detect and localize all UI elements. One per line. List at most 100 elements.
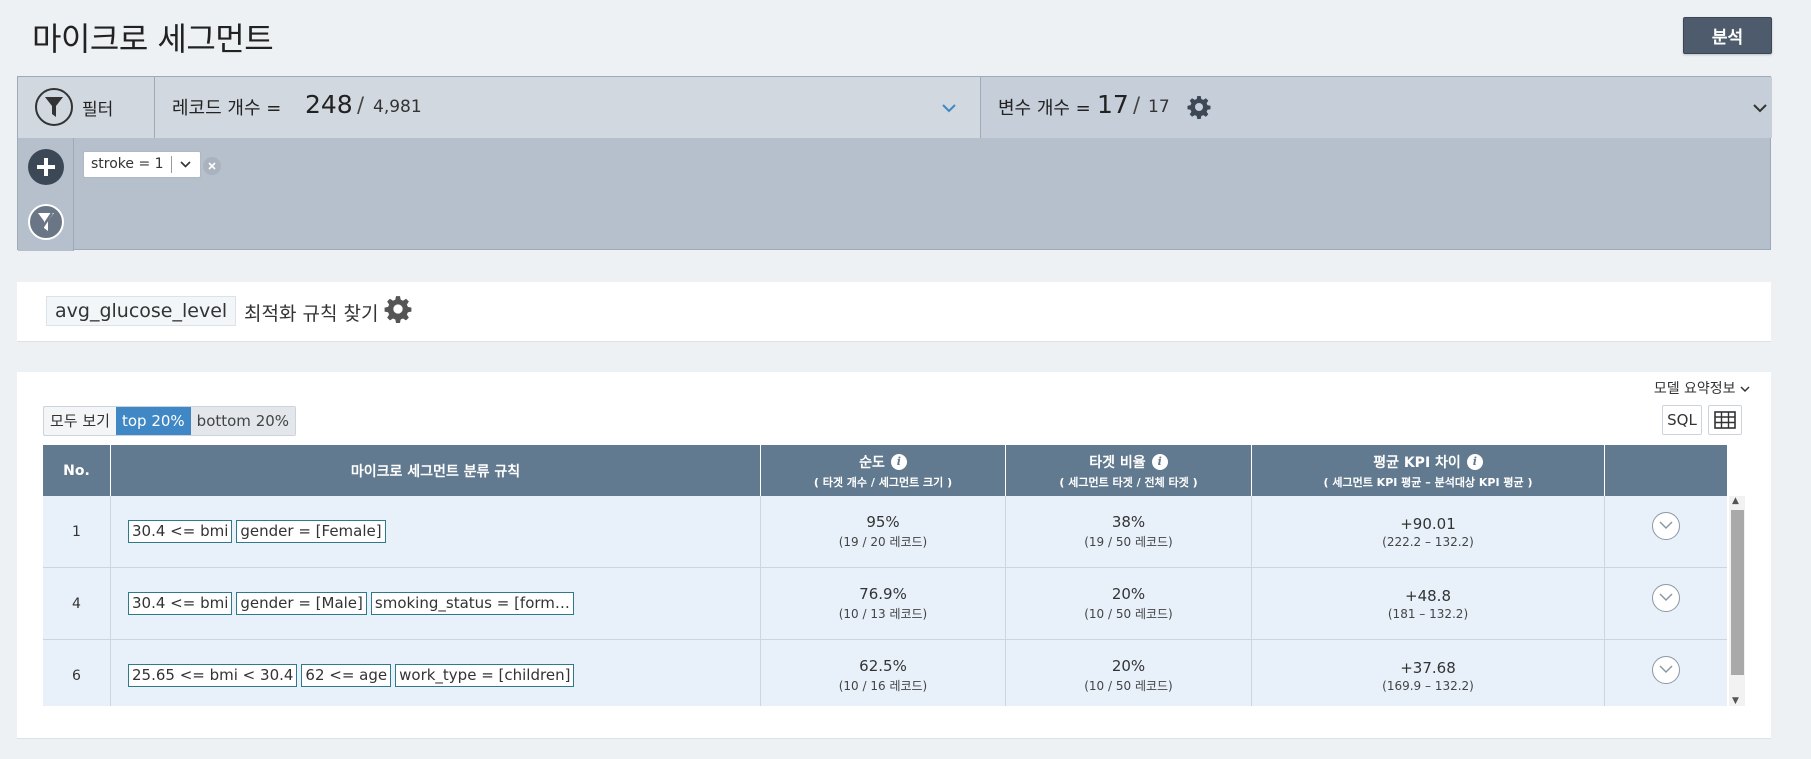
col-kpi-diff-label: 평균 KPI 차이	[1373, 454, 1461, 471]
kpi-diff-detail: (222.2 – 132.2)	[1382, 534, 1474, 549]
kpi-diff-value: +48.8	[1405, 586, 1451, 605]
purity-detail: (19 / 20 레코드)	[838, 535, 928, 549]
filter-panel: 필터 레코드 개수 = 248 / 4,981 변수 개수 = 17 / 17	[17, 76, 1772, 251]
col-actions	[1605, 445, 1727, 496]
chevron-down-icon	[1740, 386, 1750, 393]
results-panel: 모델 요약정보 모두 보기 top 20% bottom 20% SQL No.…	[17, 372, 1771, 739]
col-target-ratio-sub: ( 세그먼트 타겟 / 전체 타겟 )	[1059, 475, 1198, 489]
table-row[interactable]: 6 25.65 <= bmi < 30.4 62 <= age work_typ…	[43, 640, 1727, 706]
chevron-down-icon[interactable]	[1753, 102, 1767, 116]
row-kpi-diff: +37.68 (169.9 – 132.2)	[1252, 640, 1605, 706]
records-selected-count: 248	[305, 90, 353, 119]
target-ratio-value: 20%	[1111, 585, 1146, 603]
variables-total-count: 17	[1148, 97, 1170, 117]
kpi-diff-detail: (169.9 – 132.2)	[1382, 678, 1474, 693]
table-scrollbar[interactable]: ▲ ▼	[1729, 496, 1745, 706]
info-icon[interactable]: i	[1151, 453, 1168, 470]
filter-label: 필터	[82, 100, 114, 120]
col-rules: 마이크로 세그먼트 분류 규칙	[111, 445, 761, 496]
gear-icon[interactable]	[1187, 95, 1211, 123]
target-variable[interactable]: avg_glucose_level	[46, 296, 237, 326]
rule-chip: work_type = [children]	[395, 664, 575, 687]
rule-chip: 30.4 <= bmi	[128, 520, 233, 543]
records-count-dropdown[interactable]: 레코드 개수 = 248 / 4,981	[155, 77, 981, 138]
view-top20-option[interactable]: top 20%	[115, 407, 191, 435]
purity-value: 95%	[866, 513, 900, 531]
model-summary-dropdown[interactable]: 모델 요약정보	[1654, 378, 1750, 398]
kpi-diff-value: +37.68	[1400, 658, 1456, 677]
sql-button[interactable]: SQL	[1662, 405, 1702, 435]
model-summary-label: 모델 요약정보	[1653, 381, 1736, 397]
gear-icon[interactable]	[384, 295, 414, 325]
info-icon[interactable]: i	[890, 453, 907, 470]
purity-detail: (10 / 13 레코드)	[838, 607, 928, 621]
scroll-up-arrow-icon[interactable]: ▲	[1732, 496, 1739, 506]
scroll-down-arrow-icon[interactable]: ▼	[1732, 696, 1739, 706]
purity-value: 62.5%	[859, 657, 907, 675]
chevron-down-circle-icon[interactable]	[1652, 583, 1680, 612]
variables-count-dropdown[interactable]: 변수 개수 = 17 / 17	[981, 77, 1772, 138]
analyze-button[interactable]: 분석	[1683, 17, 1772, 54]
row-kpi-diff: +48.8 (181 – 132.2)	[1252, 568, 1605, 639]
col-purity-label: 순도	[859, 454, 885, 471]
row-target-ratio: 20% (10 / 50 레코드)	[1006, 640, 1252, 706]
col-kpi-diff-sub: ( 세그먼트 KPI 평균 – 분석대상 KPI 평균 )	[1323, 475, 1533, 489]
filter-funnel-icon	[35, 88, 73, 126]
chevron-down-icon[interactable]	[172, 158, 200, 171]
view-bottom20-option[interactable]: bottom 20%	[190, 407, 296, 435]
col-purity: 순도 i ( 타겟 개수 / 세그먼트 크기 )	[761, 445, 1006, 496]
view-all-option[interactable]: 모두 보기	[44, 407, 116, 435]
view-filter-toggle: 모두 보기 top 20% bottom 20%	[43, 406, 297, 436]
table-body: 1 30.4 <= bmi gender = [Female] 95% (19 …	[43, 496, 1727, 706]
row-rules: 30.4 <= bmi gender = [Female]	[111, 496, 761, 567]
row-purity: 62.5% (10 / 16 레코드)	[761, 640, 1006, 706]
clear-filter-icon[interactable]	[28, 204, 64, 240]
rule-chip: 30.4 <= bmi	[128, 592, 233, 615]
records-count-label: 레코드 개수 =	[172, 98, 282, 119]
filter-tab[interactable]: 필터	[18, 77, 155, 138]
chevron-down-icon[interactable]	[942, 102, 956, 116]
col-rules-label: 마이크로 세그먼트 분류 규칙	[350, 463, 521, 480]
row-kpi-diff: +90.01 (222.2 – 132.2)	[1252, 496, 1605, 567]
target-ratio-detail: (10 / 50 레코드)	[1084, 607, 1173, 621]
chevron-down-circle-icon[interactable]	[1652, 655, 1680, 684]
info-icon[interactable]: i	[1466, 453, 1483, 470]
filter-header: 필터 레코드 개수 = 248 / 4,981 변수 개수 = 17 / 17	[18, 77, 1772, 138]
purity-value: 76.9%	[859, 585, 907, 603]
col-purity-sub: ( 타겟 개수 / 세그먼트 크기 )	[813, 475, 953, 489]
target-section: avg_glucose_level 최적화 규칙 찾기	[17, 282, 1771, 342]
row-actions	[1605, 568, 1727, 639]
row-target-ratio: 38% (19 / 50 레코드)	[1006, 496, 1252, 567]
table-row[interactable]: 1 30.4 <= bmi gender = [Female] 95% (19 …	[43, 496, 1727, 568]
col-target-ratio-label: 타겟 비율	[1089, 454, 1146, 471]
target-ratio-value: 20%	[1111, 657, 1146, 675]
row-actions	[1605, 640, 1727, 706]
row-no: 1	[43, 496, 111, 567]
table-header: No. 마이크로 세그먼트 분류 규칙 순도 i ( 타겟 개수 / 세그먼트 크…	[43, 445, 1727, 496]
rule-chip: gender = [Female]	[236, 520, 386, 543]
kpi-diff-detail: (181 – 132.2)	[1387, 606, 1469, 621]
scroll-thumb[interactable]	[1731, 510, 1744, 675]
page-title: 마이크로 세그먼트	[32, 20, 274, 58]
table-view-icon[interactable]	[1708, 405, 1742, 435]
close-icon[interactable]	[203, 157, 221, 175]
row-purity: 76.9% (10 / 13 레코드)	[761, 568, 1006, 639]
table-row[interactable]: 4 30.4 <= bmi gender = [Male] smoking_st…	[43, 568, 1727, 640]
row-rules: 30.4 <= bmi gender = [Male] smoking_stat…	[111, 568, 761, 639]
target-optimize-text: 최적화 규칙 찾기	[244, 303, 379, 325]
rule-chip: 25.65 <= bmi < 30.4	[128, 664, 298, 687]
target-ratio-detail: (10 / 50 레코드)	[1084, 679, 1173, 693]
col-no: No.	[43, 445, 111, 496]
rule-chip: 62 <= age	[301, 664, 392, 687]
kpi-diff-value: +90.01	[1400, 514, 1456, 533]
variables-count-label: 변수 개수 =	[998, 98, 1091, 119]
filter-chip[interactable]: stroke = 1	[83, 151, 201, 178]
row-actions	[1605, 496, 1727, 567]
variables-slash: /	[1133, 93, 1141, 117]
chevron-down-circle-icon[interactable]	[1652, 511, 1680, 540]
row-target-ratio: 20% (10 / 50 레코드)	[1006, 568, 1252, 639]
records-total-count: 4,981	[373, 97, 422, 117]
row-no: 4	[43, 568, 111, 639]
target-ratio-detail: (19 / 50 레코드)	[1084, 535, 1173, 549]
add-filter-button[interactable]	[28, 149, 64, 185]
